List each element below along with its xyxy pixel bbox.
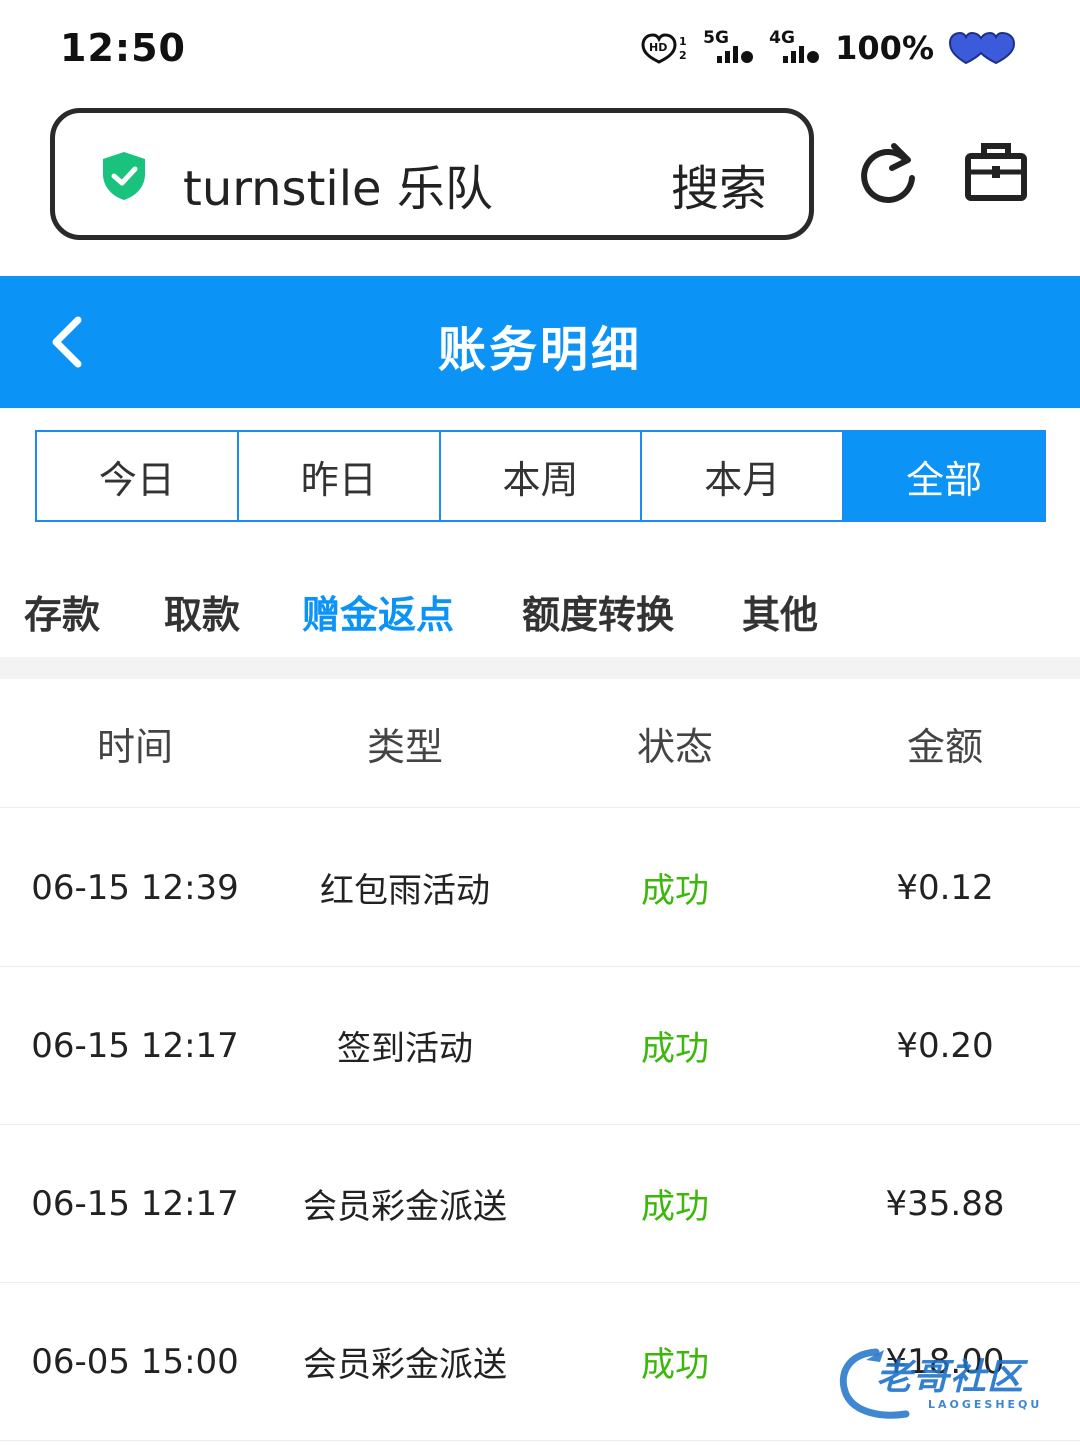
row-type: 签到活动 bbox=[337, 1029, 473, 1069]
search-query[interactable]: turnstile 乐队 bbox=[183, 149, 493, 219]
search-button[interactable]: 搜索 bbox=[671, 149, 767, 219]
category-tab-other[interactable]: 其他 bbox=[742, 584, 818, 639]
table-row[interactable]: 06-15 12:17 签到活动 成功 ¥0.20 bbox=[0, 967, 1080, 1125]
row-time: 06-15 12:39 bbox=[31, 867, 239, 908]
row-amount: ¥35.88 bbox=[885, 1183, 1005, 1224]
battery-percent: 100% bbox=[835, 29, 934, 67]
table-header: 时间 类型 状态 金额 bbox=[0, 680, 1080, 808]
row-type: 红包雨活动 bbox=[320, 871, 490, 911]
watermark-text: 老哥社区 bbox=[876, 1357, 1025, 1398]
row-time: 06-05 15:00 bbox=[31, 1341, 239, 1382]
screen: 12:50 HD 1 2 5G 4G 100% turnstile 乐队 搜索 … bbox=[0, 0, 1080, 1445]
period-tab-yesterday[interactable]: 昨日 bbox=[238, 432, 441, 520]
search-bar[interactable]: turnstile 乐队 搜索 bbox=[50, 108, 814, 240]
refresh-icon[interactable] bbox=[856, 140, 920, 208]
table-row[interactable]: 06-15 12:39 红包雨活动 成功 ¥0.12 bbox=[0, 809, 1080, 967]
column-header-status: 状态 bbox=[636, 725, 713, 769]
row-time: 06-15 12:17 bbox=[31, 1183, 239, 1224]
row-status: 成功 bbox=[641, 1029, 709, 1069]
app-header: 账务明细 bbox=[0, 276, 1080, 408]
watermark-subtext: LAOGESHEQU bbox=[928, 1398, 1043, 1411]
sim1-label: 1 bbox=[679, 35, 687, 48]
column-header-amount: 金额 bbox=[906, 725, 983, 769]
row-status: 成功 bbox=[641, 1187, 709, 1227]
period-tab-this-week[interactable]: 本周 bbox=[440, 432, 643, 520]
hd-label: HD bbox=[649, 41, 667, 54]
row-amount: ¥0.12 bbox=[896, 867, 994, 908]
status-bar: 12:50 HD 1 2 5G 4G 100% bbox=[0, 0, 1080, 96]
category-tab-deposit[interactable]: 存款 bbox=[24, 584, 100, 639]
row-type: 会员彩金派送 bbox=[303, 1187, 507, 1227]
row-amount: ¥0.20 bbox=[896, 1025, 994, 1066]
row-type: 会员彩金派送 bbox=[303, 1345, 507, 1385]
row-status: 成功 bbox=[641, 871, 709, 911]
status-time: 12:50 bbox=[60, 26, 186, 70]
page-title: 账务明细 bbox=[437, 322, 642, 378]
shield-check-icon bbox=[103, 152, 145, 200]
battery-heart-icon bbox=[948, 31, 1018, 65]
sim2-label: 2 bbox=[679, 49, 687, 62]
watermark-logo: 老哥社区 LAOGESHEQU bbox=[836, 1344, 1066, 1424]
column-header-type: 类型 bbox=[366, 725, 443, 769]
status-indicators: HD 1 2 5G 4G 100% bbox=[641, 28, 1018, 68]
toolbox-icon[interactable] bbox=[964, 140, 1028, 204]
period-tab-today[interactable]: 今日 bbox=[37, 432, 239, 520]
category-tab-bonus-rebate[interactable]: 赠金返点 bbox=[302, 584, 454, 639]
hd-voice-icon: HD 1 2 bbox=[641, 32, 689, 64]
period-tab-all[interactable]: 全部 bbox=[844, 432, 1044, 520]
signal-4g-icon: 4G bbox=[769, 30, 821, 66]
signal-5g-icon: 5G bbox=[703, 30, 755, 66]
period-tabs: 今日 昨日 本周 本月 全部 bbox=[35, 430, 1046, 522]
category-tab-withdraw[interactable]: 取款 bbox=[164, 584, 240, 639]
category-tabs: 存款 取款 赠金返点 额度转换 其他 bbox=[0, 580, 1080, 644]
column-header-time: 时间 bbox=[96, 725, 173, 769]
table-row[interactable]: 06-15 12:17 会员彩金派送 成功 ¥35.88 bbox=[0, 1125, 1080, 1283]
category-tab-transfer[interactable]: 额度转换 bbox=[522, 584, 674, 639]
period-tab-this-month[interactable]: 本月 bbox=[642, 432, 845, 520]
section-divider bbox=[0, 657, 1080, 679]
row-time: 06-15 12:17 bbox=[31, 1025, 239, 1066]
row-status: 成功 bbox=[641, 1345, 709, 1385]
